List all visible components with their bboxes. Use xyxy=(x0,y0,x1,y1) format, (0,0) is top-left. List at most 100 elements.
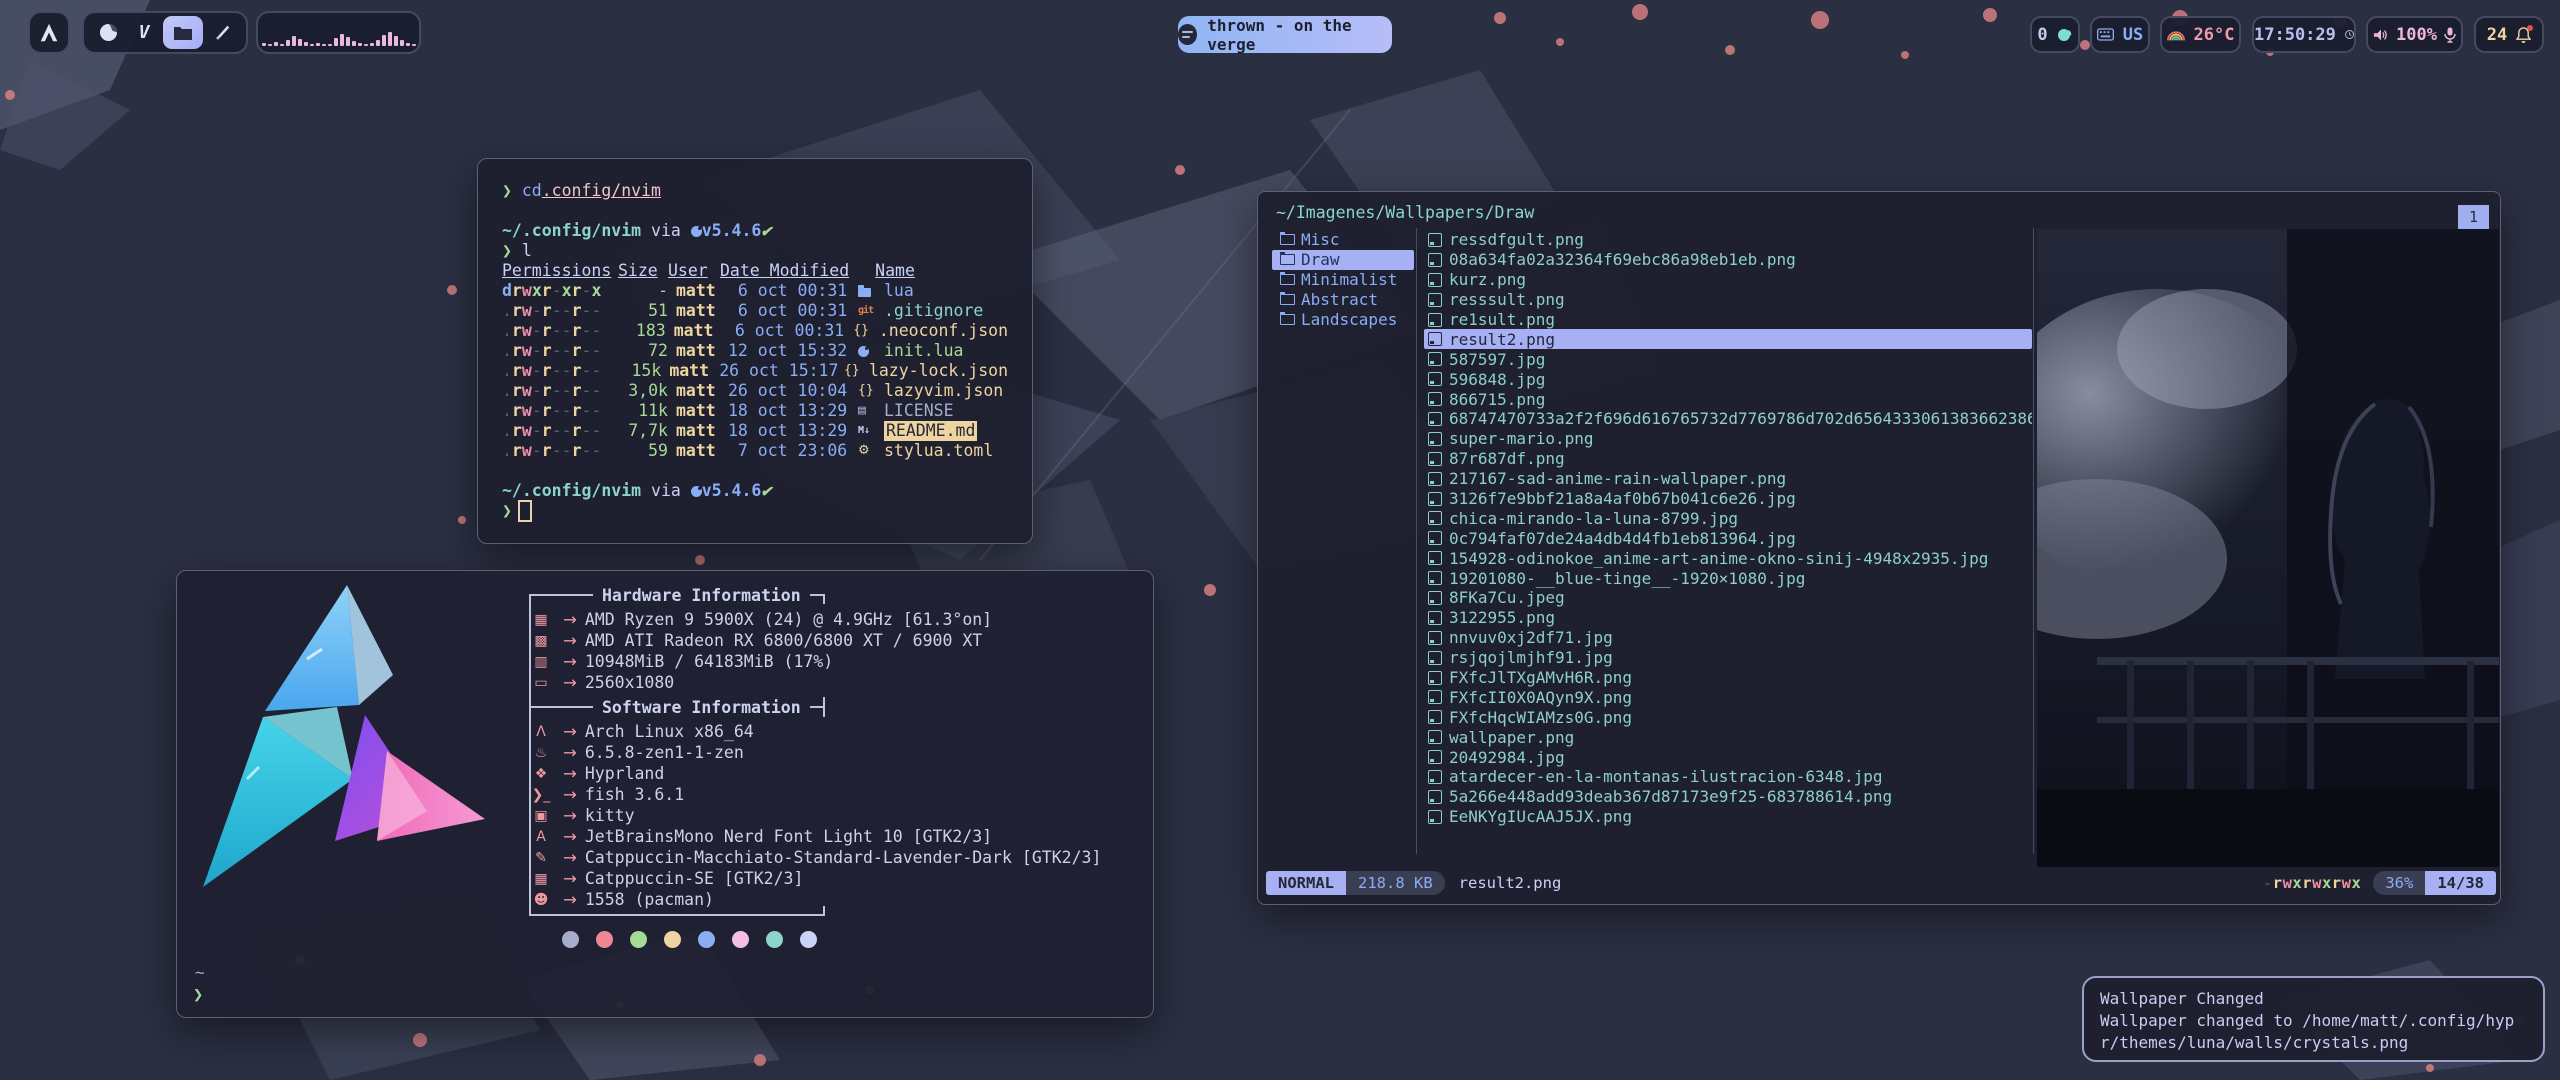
terminal-content: ❯ cd .config/nvim~/.config/nvim via v5.4… xyxy=(478,159,1032,543)
fetch-info-item: ▣→kitty xyxy=(529,805,635,826)
sidebar-item-abstract[interactable]: Abstract xyxy=(1272,290,1414,310)
fetch-info-item: ▥→10948MiB / 64183MiB (17%) xyxy=(529,651,833,672)
software-section-header: Software Information xyxy=(529,697,825,717)
image-file-icon xyxy=(1428,511,1442,525)
file-list-item[interactable]: resssult.png xyxy=(1424,290,2032,310)
file-list-item[interactable]: nnvuv0xj2df71.jpg xyxy=(1424,628,2032,648)
file-row: .rw-r--r--11kmatt18 oct 13:29▤LICENSE xyxy=(502,401,1008,421)
file-list-item[interactable]: FXfcJlTXgAMvH6R.png xyxy=(1424,668,2032,688)
image-preview xyxy=(2037,229,2499,867)
image-file-icon xyxy=(1428,352,1442,366)
file-list-item[interactable]: atardecer-en-la-montanas-ilustracion-634… xyxy=(1424,767,2032,787)
visualizer-bar xyxy=(298,39,302,46)
file-name: 87r687df.png xyxy=(1449,449,1565,468)
palette-dot xyxy=(800,931,817,948)
file-list-item[interactable]: re1sult.png xyxy=(1424,310,2032,330)
fetch-info-value: fish 3.6.1 xyxy=(585,785,684,804)
file-list-item[interactable]: 154928-odinokoe_anime-art-anime-okno-sin… xyxy=(1424,548,2032,568)
file-list-item[interactable]: FXfcHqcWIAMzs0G.png xyxy=(1424,707,2032,727)
fetch-prompt-symbol: ❯ xyxy=(193,985,203,1005)
palette-dot xyxy=(562,931,579,948)
visualizer-bar xyxy=(280,44,284,46)
sidebar-item-draw[interactable]: Draw xyxy=(1272,250,1414,270)
file-list-item[interactable]: chica-mirando-la-luna-8799.jpg xyxy=(1424,508,2032,528)
keyboard-layout-pill[interactable]: US xyxy=(2090,16,2150,53)
file-list-item[interactable]: 19201080-__blue-tinge__-1920×1080.jpg xyxy=(1424,568,2032,588)
file-name: atardecer-en-la-montanas-ilustracion-634… xyxy=(1449,767,1882,786)
file-list-item[interactable]: 0c794faf07de24a4db4d4fb1eb813964.jpg xyxy=(1424,528,2032,548)
prompt-context-line: ~/.config/nvim via v5.4.6 ✔ xyxy=(502,221,1008,241)
arrow-icon: → xyxy=(563,673,577,692)
file-list-item[interactable]: result2.png xyxy=(1424,329,2032,349)
file-list-item[interactable]: kurz.png xyxy=(1424,270,2032,290)
image-file-icon xyxy=(1428,273,1442,287)
file-list-item[interactable]: super-mario.png xyxy=(1424,429,2032,449)
weather-pill[interactable]: 26°C xyxy=(2160,16,2241,53)
file-name: 20492984.jpg xyxy=(1449,748,1565,767)
audio-pill[interactable]: 100% xyxy=(2366,16,2463,53)
arch-logo-icon[interactable] xyxy=(38,22,60,44)
terminal-window[interactable]: ❯ cd .config/nvim~/.config/nvim via v5.4… xyxy=(477,158,1033,544)
file-list-item[interactable]: 20492984.jpg xyxy=(1424,747,2032,767)
memory-icon: ▥ xyxy=(529,654,553,670)
dock-island: V xyxy=(82,11,248,54)
file-list-item[interactable]: FXfcII0X0AQyn9X.png xyxy=(1424,687,2032,707)
file-list-item[interactable]: 3122955.png xyxy=(1424,608,2032,628)
notifications-pill[interactable]: 24 xyxy=(2474,16,2544,53)
visualizer-bar xyxy=(274,42,278,46)
file-list-item[interactable]: 587597.jpg xyxy=(1424,349,2032,369)
packages-icon: ☻ xyxy=(529,892,553,908)
fetch-info-value: Catppuccin-SE [GTK2/3] xyxy=(585,869,804,888)
fetch-info-item: ▦→Catppuccin-SE [GTK2/3] xyxy=(529,868,803,889)
speaker-icon xyxy=(2373,28,2389,42)
sidebar-item-landscapes[interactable]: Landscapes xyxy=(1272,310,1414,330)
icons-icon: ▦ xyxy=(529,871,553,887)
file-name: 19201080-__blue-tinge__-1920×1080.jpg xyxy=(1449,569,1805,588)
fetch-info-item: ▦→AMD Ryzen 9 5900X (24) @ 4.9GHz [61.3°… xyxy=(529,609,992,630)
file-name: re1sult.png xyxy=(1449,310,1555,329)
sidebar-item-misc[interactable]: Misc xyxy=(1272,230,1414,250)
sidebar-item-minimalist[interactable]: Minimalist xyxy=(1272,270,1414,290)
file-list-item[interactable]: 87r687df.png xyxy=(1424,449,2032,469)
file-list-item[interactable]: 596848.jpg xyxy=(1424,369,2032,389)
image-file-icon xyxy=(1428,332,1442,346)
v-app-icon[interactable]: V xyxy=(127,22,161,43)
image-file-icon xyxy=(1428,531,1442,545)
notification-title: Wallpaper Changed xyxy=(2100,988,2527,1010)
music-player-pill[interactable]: thrown - on the verge xyxy=(1178,16,1392,53)
visualizer-bar xyxy=(322,44,326,46)
prompt-input-line[interactable]: ❯ xyxy=(502,501,1008,521)
list-position-badge: 14/38 xyxy=(2425,871,2496,895)
file-list-item[interactable]: 8FKa7Cu.jpeg xyxy=(1424,588,2032,608)
file-name: 596848.jpg xyxy=(1449,370,1545,389)
file-list-item[interactable]: 5a266e448add93deab367d87173e9f25-6837886… xyxy=(1424,787,2032,807)
image-file-icon xyxy=(1428,690,1442,704)
visualizer-bar xyxy=(268,44,272,46)
file-list-item[interactable]: ressdfgult.png xyxy=(1424,230,2032,250)
updates-pill[interactable]: 0 xyxy=(2030,16,2080,53)
image-file-icon xyxy=(1428,770,1442,784)
notification-popup[interactable]: Wallpaper Changed Wallpaper changed to /… xyxy=(2082,976,2545,1062)
file-list-item[interactable]: 3126f7e9bbf21a8a4af0b67b041c6e26.jpg xyxy=(1424,489,2032,509)
arrow-icon: → xyxy=(563,806,577,825)
folder-open-icon xyxy=(1280,254,1295,265)
file-list-item[interactable]: wallpaper.png xyxy=(1424,727,2032,747)
file-list-item[interactable]: 866715.png xyxy=(1424,389,2032,409)
fetch-window[interactable]: Hardware Information Software Informatio… xyxy=(176,570,1154,1018)
arrow-icon: → xyxy=(563,890,577,909)
file-name: 866715.png xyxy=(1449,390,1545,409)
browser-icon[interactable] xyxy=(91,23,125,42)
file-manager-window[interactable]: ~/Imagenes/Wallpapers/Draw 1 MiscDrawMin… xyxy=(1257,191,2501,905)
file-list-item[interactable]: rsjqojlmjhf91.jpg xyxy=(1424,648,2032,668)
file-list-item[interactable]: 68747470733a2f2f696d616765732d7769786d70… xyxy=(1424,409,2032,429)
files-workspace-active[interactable] xyxy=(163,16,203,49)
clock-pill[interactable]: 17:50:29 xyxy=(2252,16,2356,53)
file-list-item[interactable]: EeNKYgIUcAAJ5JX.png xyxy=(1424,807,2032,827)
file-row: .rw-r--r--59matt 7 oct 23:06⚙stylua.toml xyxy=(502,441,1008,461)
file-name: 08a634fa02a32364f69ebc86a98eb1eb.png xyxy=(1449,250,1796,269)
file-name: rsjqojlmjhf91.jpg xyxy=(1449,648,1613,667)
sidebar-item-label: Abstract xyxy=(1301,290,1378,309)
file-list-item[interactable]: 217167-sad-anime-rain-wallpaper.png xyxy=(1424,469,2032,489)
file-list-item[interactable]: 08a634fa02a32364f69ebc86a98eb1eb.png xyxy=(1424,250,2032,270)
paint-brush-icon[interactable] xyxy=(205,24,239,42)
